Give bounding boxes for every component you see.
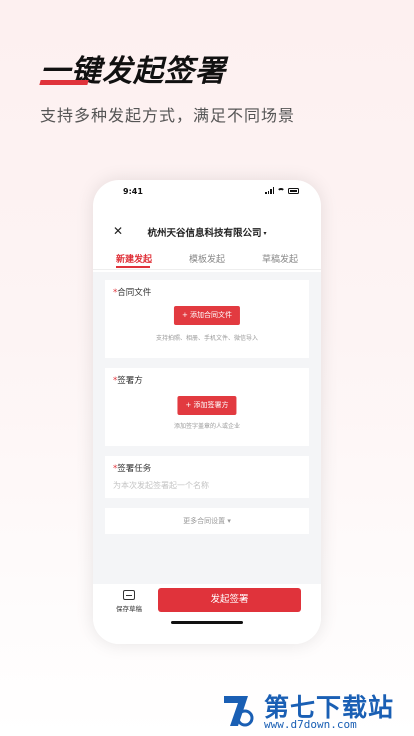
draft-icon: [123, 590, 135, 600]
status-time: 9:41: [123, 187, 143, 196]
hero-underline: [39, 80, 89, 85]
add-contract-file-button[interactable]: + 添加合同文件: [173, 306, 241, 325]
save-draft-label: 保存草稿: [116, 605, 142, 613]
bottom-bar: 保存草稿 发起签署: [93, 584, 321, 644]
phone-mockup: 9:41 ✕ 杭州天谷信息科技有限公司 ▾ 新建发起 模板发起 草稿发起 *合同文…: [93, 180, 321, 644]
contract-file-hint: 支持拍照、相册、手机文件、微信导入: [155, 335, 258, 342]
more-settings-toggle[interactable]: 更多合同设置 ▾: [105, 508, 309, 534]
signer-label: *签署方: [113, 376, 143, 386]
task-card[interactable]: *签署任务 为本次发起签署起一个名称: [105, 456, 309, 498]
submit-sign-button[interactable]: 发起签署: [158, 588, 301, 612]
hero-subtitle: 支持多种发起方式，满足不同场景: [40, 106, 296, 125]
watermark-url: www.d7down.com: [264, 718, 357, 731]
task-name-input[interactable]: 为本次发起签署起一个名称: [113, 480, 209, 491]
watermark: 第七下载站 www.d7down.com: [218, 686, 414, 736]
signer-card: *签署方 + 添加签署方 添加签字盖章的人或企业: [105, 368, 309, 446]
home-indicator: [171, 621, 243, 624]
tab-draft[interactable]: 草稿发起: [262, 252, 298, 265]
signer-hint: 添加签字盖章的人或企业: [173, 423, 240, 430]
task-label: *签署任务: [113, 464, 152, 474]
status-icons: [265, 187, 299, 194]
contract-file-label: *合同文件: [113, 288, 152, 298]
wifi-icon: [277, 187, 285, 194]
nav-bar: ✕ 杭州天谷信息科技有限公司 ▾: [93, 222, 321, 242]
form-content: *合同文件 + 添加合同文件 支持拍照、相册、手机文件、微信导入 *签署方 + …: [93, 272, 321, 584]
tab-bar: 新建发起 模板发起 草稿发起: [93, 250, 321, 270]
active-tab-indicator: [116, 266, 150, 268]
battery-icon: [288, 187, 299, 194]
company-selector[interactable]: 杭州天谷信息科技有限公司 ▾: [93, 225, 321, 239]
add-signer-button[interactable]: + 添加签署方: [177, 396, 237, 415]
tab-new[interactable]: 新建发起: [116, 252, 152, 265]
watermark-logo-icon: [224, 696, 254, 727]
company-name: 杭州天谷信息科技有限公司: [147, 228, 262, 239]
contract-file-card: *合同文件 + 添加合同文件 支持拍照、相册、手机文件、微信导入: [105, 280, 309, 358]
signal-icon: [265, 187, 274, 194]
chevron-down-icon: ▾: [263, 230, 267, 237]
tab-template[interactable]: 模板发起: [189, 252, 225, 265]
status-bar: 9:41: [93, 180, 321, 204]
save-draft-button[interactable]: 保存草稿: [113, 590, 145, 613]
